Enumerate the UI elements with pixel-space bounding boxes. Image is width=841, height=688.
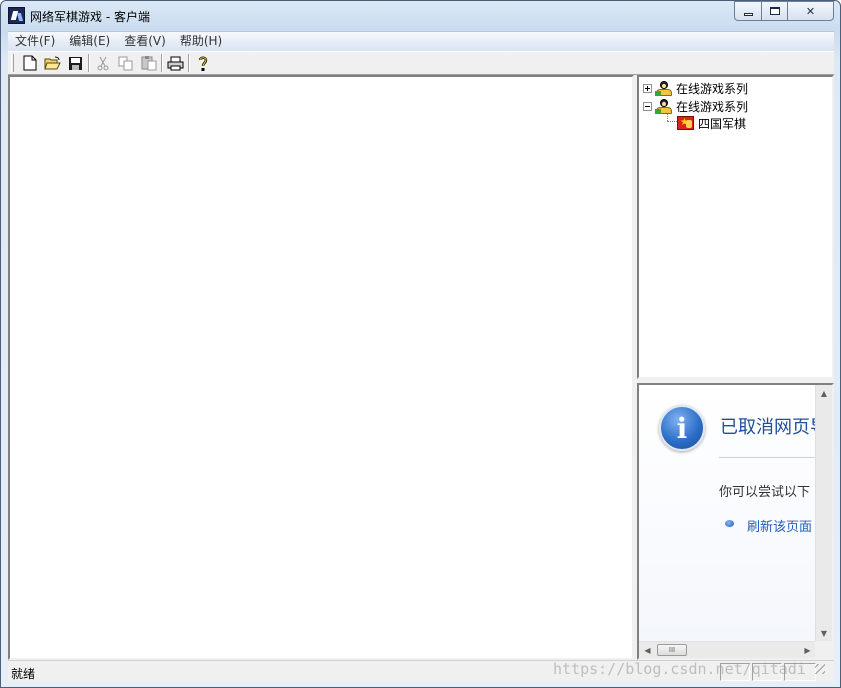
qq-user-icon bbox=[655, 98, 672, 114]
watermark: https://blog.csdn.net/qitadi bbox=[553, 660, 806, 678]
toolbar bbox=[8, 51, 834, 75]
expand-plus-icon[interactable] bbox=[643, 83, 652, 93]
vertical-scrollbar[interactable]: ▲ ▼ bbox=[815, 385, 832, 642]
error-title: 已取消网页导 bbox=[720, 417, 816, 438]
refresh-page-link[interactable]: 刷新该页面 bbox=[747, 516, 812, 535]
game-tree: 在线游戏系列 在线游戏系列 ★ 四国军棋 bbox=[637, 75, 834, 379]
close-icon: ✕ bbox=[805, 4, 816, 18]
scroll-corner bbox=[815, 641, 832, 658]
print-button[interactable] bbox=[164, 52, 187, 74]
chess-flag-icon: ★ bbox=[677, 116, 694, 130]
cut-icon bbox=[97, 56, 108, 70]
menu-bar: 文件(F) 编辑(E) 查看(V) 帮助(H) bbox=[8, 31, 834, 50]
tree-node-four-country-chess[interactable]: ★ 四国军棋 bbox=[677, 114, 746, 132]
collapse-minus-icon[interactable] bbox=[643, 101, 652, 111]
tree-node-label: 在线游戏系列 bbox=[676, 99, 749, 114]
menu-file[interactable]: 文件(F) bbox=[8, 32, 62, 51]
navigation-canceled-page: i 已取消网页导 你可以尝试以下 刷新该页面 bbox=[639, 385, 816, 642]
maximize-icon bbox=[769, 7, 780, 15]
tree-node-label: 四国军棋 bbox=[698, 116, 747, 131]
paste-icon bbox=[141, 56, 156, 71]
tree-connector bbox=[667, 121, 677, 122]
toolbar-separator bbox=[188, 54, 190, 72]
divider bbox=[719, 457, 816, 458]
minimize-icon bbox=[743, 12, 753, 16]
toolbar-grip[interactable] bbox=[11, 54, 14, 72]
copy-icon bbox=[118, 56, 132, 70]
qq-user-icon bbox=[655, 80, 672, 96]
toolbar-separator bbox=[161, 54, 163, 72]
info-icon: i bbox=[659, 405, 705, 451]
help-button[interactable] bbox=[191, 52, 214, 74]
toolbar-separator bbox=[88, 54, 90, 72]
maximize-button[interactable] bbox=[761, 1, 787, 21]
browser-pane: i 已取消网页导 你可以尝试以下 刷新该页面 ▲ ▼ ◀ III ▶ bbox=[637, 383, 834, 660]
save-button[interactable] bbox=[64, 52, 87, 74]
open-folder-icon bbox=[44, 56, 61, 69]
scroll-up-icon[interactable]: ▲ bbox=[816, 385, 832, 402]
new-button[interactable] bbox=[18, 52, 41, 74]
cut-button[interactable] bbox=[91, 52, 114, 74]
minimize-button[interactable] bbox=[734, 1, 761, 21]
resize-grip-icon[interactable] bbox=[815, 664, 825, 674]
scroll-down-icon[interactable]: ▼ bbox=[816, 625, 832, 642]
game-view[interactable] bbox=[8, 75, 634, 660]
new-file-icon bbox=[23, 55, 36, 71]
app-window: 网络军棋游戏 - 客户端 ✕ 文件(F) 编辑(E) 查看(V) 帮助(H) 在… bbox=[0, 0, 841, 688]
scroll-left-icon[interactable]: ◀ bbox=[639, 642, 656, 658]
print-icon bbox=[167, 56, 184, 70]
help-icon bbox=[198, 56, 207, 71]
open-button[interactable] bbox=[41, 52, 64, 74]
suggestion-text: 你可以尝试以下 bbox=[719, 485, 811, 500]
window-title: 网络军棋游戏 - 客户端 bbox=[30, 10, 150, 24]
copy-button[interactable] bbox=[114, 52, 137, 74]
menu-help[interactable]: 帮助(H) bbox=[173, 32, 229, 51]
menu-edit[interactable]: 编辑(E) bbox=[62, 32, 117, 51]
window-controls: ✕ bbox=[734, 1, 834, 21]
menu-view[interactable]: 查看(V) bbox=[117, 32, 173, 51]
tree-node-online-games-1[interactable]: 在线游戏系列 bbox=[643, 79, 748, 97]
app-icon[interactable] bbox=[8, 7, 25, 24]
paste-button[interactable] bbox=[137, 52, 160, 74]
tree-node-online-games-2[interactable]: 在线游戏系列 bbox=[643, 97, 748, 115]
bullet-icon bbox=[725, 520, 734, 527]
horizontal-scrollbar[interactable]: ◀ III ▶ bbox=[639, 641, 816, 658]
scroll-right-icon[interactable]: ▶ bbox=[799, 642, 816, 658]
tree-node-label: 在线游戏系列 bbox=[676, 81, 749, 96]
scroll-thumb[interactable]: III bbox=[657, 644, 687, 656]
thumb-grip-icon: III bbox=[668, 646, 676, 654]
title-bar[interactable]: 网络军棋游戏 - 客户端 ✕ bbox=[1, 1, 840, 31]
close-button[interactable]: ✕ bbox=[787, 1, 834, 21]
save-icon bbox=[69, 56, 82, 70]
status-text: 就绪 bbox=[11, 667, 36, 681]
